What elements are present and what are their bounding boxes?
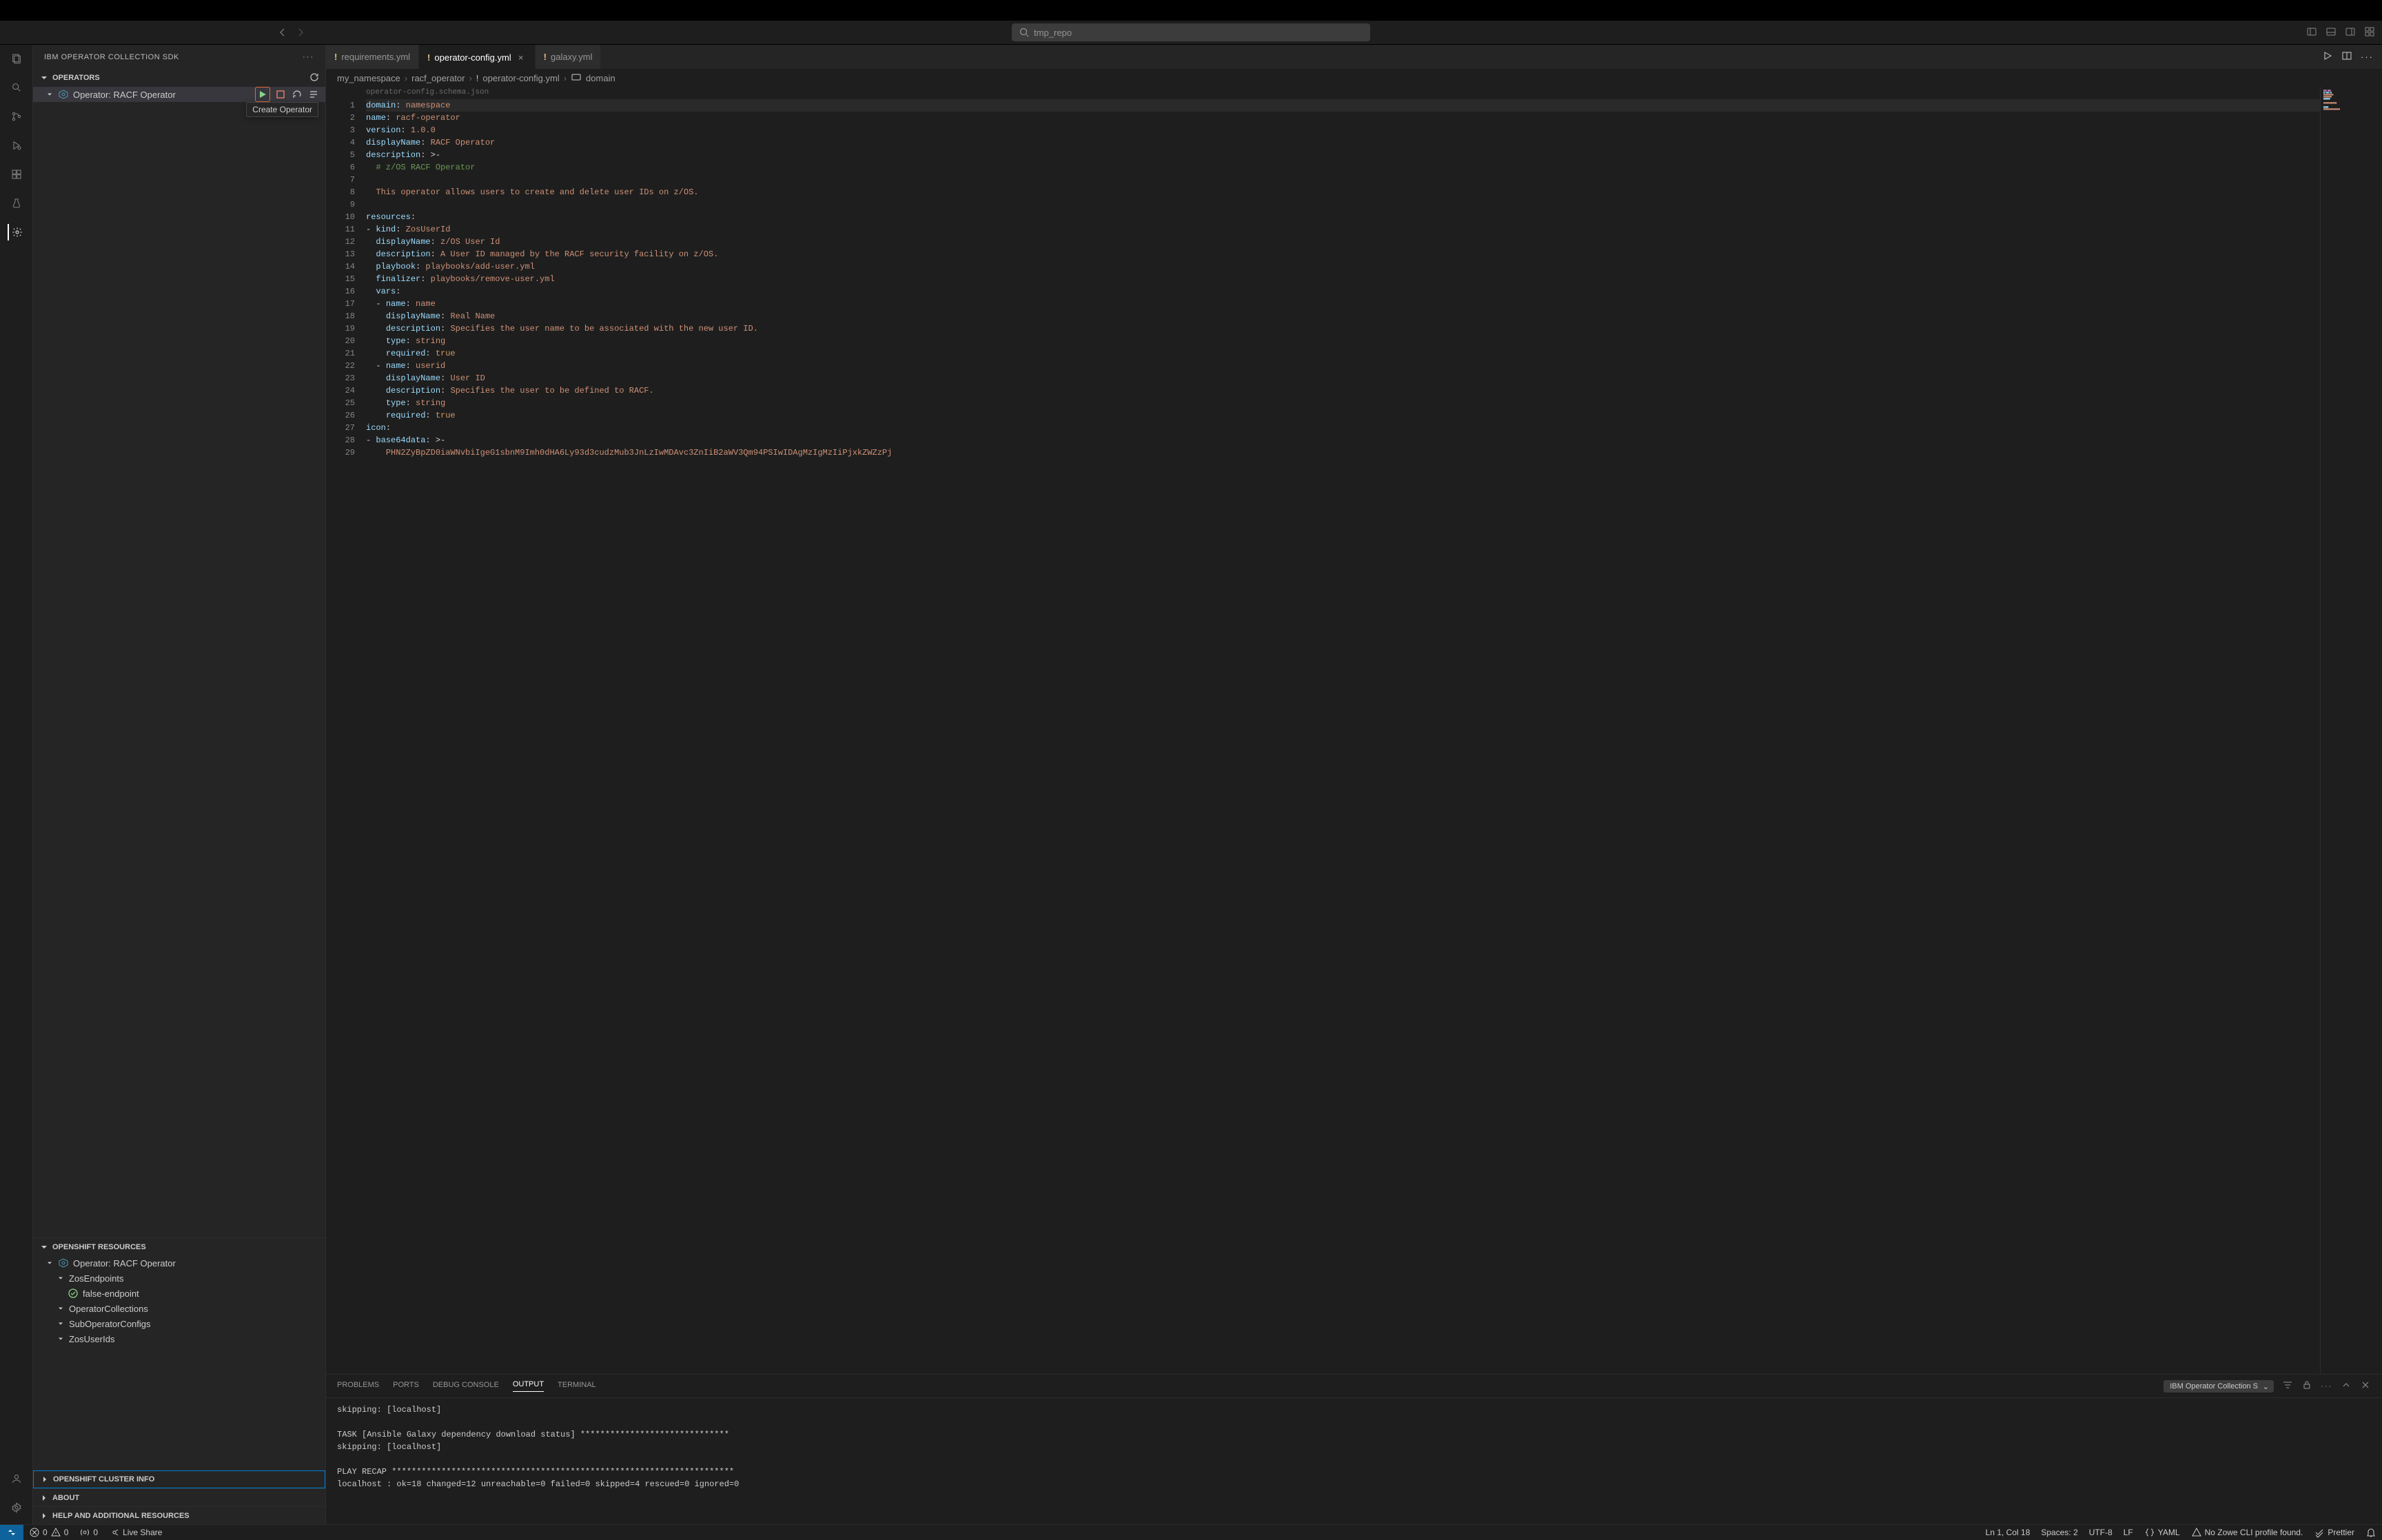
close-panel-icon[interactable] [2360, 1379, 2371, 1393]
output-channel-select[interactable]: IBM Operator Collection S ⌄ [2164, 1380, 2274, 1393]
resource-operatorcollections[interactable]: OperatorCollections [44, 1301, 325, 1316]
accounts-icon[interactable] [8, 1470, 25, 1487]
tooltip-create-operator: Create Operator [246, 102, 318, 117]
status-cursor[interactable]: Ln 1, Col 18 [1980, 1527, 2036, 1538]
settings-gear-icon[interactable] [8, 1499, 25, 1516]
status-zowe[interactable]: No Zowe CLI profile found. [2186, 1527, 2309, 1538]
sidebar-more-icon[interactable]: ··· [303, 53, 314, 61]
panel-more-icon[interactable]: ··· [2321, 1382, 2332, 1390]
layout-sidebar-left-icon[interactable] [2306, 26, 2317, 39]
tab-more-icon[interactable]: ··· [2361, 52, 2374, 62]
search-placeholder: tmp_repo [1034, 28, 1072, 38]
status-encoding[interactable]: UTF-8 [2084, 1527, 2118, 1538]
run-file-icon[interactable] [2322, 50, 2333, 63]
refresh-icon[interactable] [309, 72, 320, 85]
activity-bar [0, 45, 33, 1524]
panel-tab-ports[interactable]: PORTS [393, 1381, 419, 1392]
status-lang[interactable]: YAML [2139, 1527, 2186, 1538]
resource-suboperatorconfigs[interactable]: SubOperatorConfigs [44, 1316, 325, 1331]
bell-icon [2365, 1527, 2376, 1538]
redeploy-icon[interactable] [291, 88, 303, 101]
kubernetes-icon [58, 1257, 69, 1269]
status-ports[interactable]: 0 [74, 1527, 103, 1538]
stop-operator-icon[interactable] [274, 88, 287, 101]
command-center-search[interactable]: tmp_repo [1012, 23, 1370, 41]
yaml-file-icon: ! [427, 52, 430, 63]
chevron-up-icon[interactable] [2341, 1379, 2352, 1393]
operator-tree-item[interactable]: Operator: RACF Operator Create Operator [33, 87, 325, 102]
tab-galaxy[interactable]: ! galaxy.yml [536, 45, 602, 69]
extensions-icon[interactable] [8, 166, 25, 183]
explorer-icon[interactable] [8, 50, 25, 67]
sidebar: IBM OPERATOR COLLECTION SDK ··· OPERATOR… [33, 45, 326, 1524]
layout-customize-icon[interactable] [2364, 26, 2375, 39]
create-operator-icon[interactable] [256, 88, 269, 101]
yaml-file-icon: ! [544, 52, 547, 62]
kubernetes-icon [58, 89, 69, 100]
tab-requirements[interactable]: ! requirements.yml [326, 45, 419, 69]
split-editor-icon[interactable] [2341, 50, 2352, 63]
macos-titlebar [0, 0, 2382, 21]
symbol-icon [571, 72, 582, 85]
panel-tab-terminal[interactable]: TERMINAL [558, 1381, 596, 1392]
schema-hint: operator-config.schema.json [366, 88, 489, 96]
braces-icon [2144, 1527, 2155, 1538]
section-about[interactable]: ABOUT [33, 1488, 325, 1506]
panel-tab-output[interactable]: OUTPUT [513, 1380, 544, 1392]
panel-tab-debug[interactable]: DEBUG CONSOLE [433, 1381, 499, 1392]
logs-icon[interactable] [307, 88, 320, 101]
layout-panel-icon[interactable] [2325, 26, 2337, 39]
search-icon[interactable] [8, 79, 25, 96]
warning-icon [50, 1527, 61, 1538]
testing-icon[interactable] [8, 195, 25, 212]
tab-operator-config[interactable]: ! operator-config.yml × [419, 45, 536, 69]
panel-tab-problems[interactable]: PROBLEMS [337, 1381, 379, 1392]
source-control-icon[interactable] [8, 108, 25, 125]
resource-zosuserids[interactable]: ZosUserIds [44, 1331, 325, 1346]
editor[interactable]: operator-config.schema.json 123456789101… [326, 87, 2382, 1374]
nav-back-icon[interactable] [276, 25, 289, 39]
lock-scroll-icon[interactable] [2301, 1379, 2312, 1393]
endpoint-item[interactable]: false-endpoint [55, 1286, 325, 1301]
warning-icon [2191, 1527, 2202, 1538]
status-live-share[interactable]: Live Share [103, 1527, 167, 1538]
section-operators[interactable]: OPERATORS [33, 69, 325, 87]
run-debug-icon[interactable] [8, 137, 25, 154]
status-ok-icon [68, 1288, 79, 1299]
status-spaces[interactable]: Spaces: 2 [2035, 1527, 2083, 1538]
statusbar: 0 0 0 Live Share Ln 1, Col 18 Spaces: 2 … [0, 1524, 2382, 1539]
breadcrumb[interactable]: my_namespace› racf_operator› ! operator-… [326, 69, 2382, 87]
section-openshift-resources[interactable]: OPENSHIFT RESOURCES [33, 1238, 325, 1255]
radio-icon [79, 1527, 90, 1538]
code-content[interactable]: domain: namespacename: racf-operatorvers… [366, 87, 2320, 1374]
status-errors[interactable]: 0 0 [23, 1527, 74, 1538]
nav-forward-icon[interactable] [294, 25, 307, 39]
check-icon [2314, 1527, 2325, 1538]
editor-tabs: ! requirements.yml ! operator-config.yml… [326, 45, 2382, 69]
live-share-icon [109, 1527, 120, 1538]
window-header: tmp_repo [0, 21, 2382, 45]
status-eol[interactable]: LF [2118, 1527, 2139, 1538]
yaml-file-icon: ! [476, 73, 479, 83]
close-tab-icon[interactable]: × [516, 52, 527, 63]
remote-icon[interactable] [0, 1525, 23, 1540]
filter-icon[interactable] [2282, 1379, 2293, 1393]
operator-resource-item[interactable]: Operator: RACF Operator [33, 1255, 325, 1271]
layout-sidebar-right-icon[interactable] [2345, 26, 2356, 39]
sidebar-title: IBM OPERATOR COLLECTION SDK [44, 53, 179, 61]
section-help[interactable]: HELP AND ADDITIONAL RESOURCES [33, 1506, 325, 1524]
output-body[interactable]: skipping: [localhost] TASK [Ansible Gala… [326, 1398, 2382, 1524]
bottom-panel: PROBLEMS PORTS DEBUG CONSOLE OUTPUT TERM… [326, 1374, 2382, 1524]
ibm-sdk-icon[interactable] [8, 224, 24, 240]
status-notifications-icon[interactable] [2360, 1527, 2382, 1538]
line-gutter: 1234567891011121314151617181920212223242… [326, 87, 366, 1374]
resource-zosendpoints[interactable]: ZosEndpoints [44, 1271, 325, 1286]
yaml-file-icon: ! [334, 52, 337, 62]
status-prettier[interactable]: Prettier [2308, 1527, 2360, 1538]
section-cluster-info[interactable]: OPENSHIFT CLUSTER INFO [33, 1470, 325, 1488]
error-icon [29, 1527, 40, 1538]
minimap[interactable]: ████ ████ ██ ████ ██ ████████████ ██████… [2320, 87, 2382, 1374]
search-icon [1019, 27, 1030, 38]
